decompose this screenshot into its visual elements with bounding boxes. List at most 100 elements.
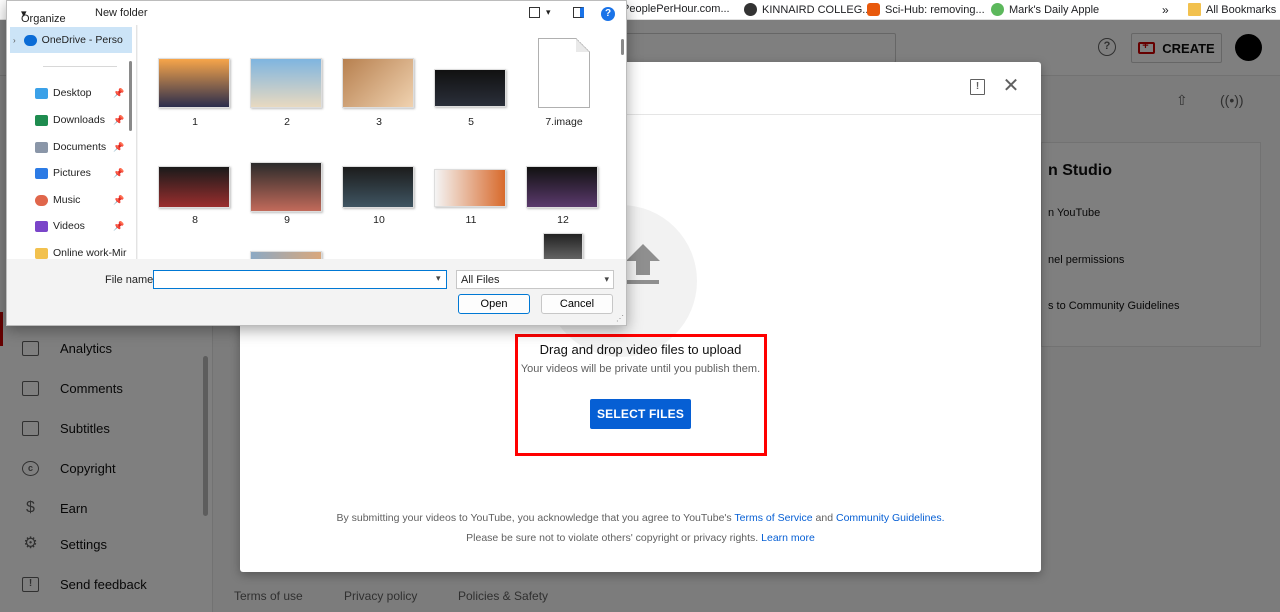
- globe-icon: [744, 3, 757, 16]
- file-thumbnail[interactable]: [250, 251, 322, 259]
- community-guidelines-link[interactable]: Community Guidelines: [836, 512, 942, 524]
- chevron-down-icon[interactable]: ▾: [436, 273, 441, 284]
- organize-menu[interactable]: Organize ▾: [21, 7, 66, 25]
- close-icon[interactable]: ✕: [1000, 76, 1022, 98]
- file-open-dialog: Organize ▾ New folder ▾ ? › OneDrive - P…: [6, 0, 627, 326]
- file-list: 1 2 3 5 7.image 8 9 10 11 12: [138, 25, 626, 259]
- file-thumbnail[interactable]: [526, 166, 598, 208]
- bookmark-item[interactable]: Mark's Daily Apple: [991, 3, 1099, 16]
- bookmark-item[interactable]: KINNAIRD COLLEG...: [744, 3, 871, 16]
- all-bookmarks-label: All Bookmarks: [1206, 3, 1277, 16]
- nav-item-music[interactable]: Music: [35, 189, 155, 211]
- nav-item-label: Downloads: [53, 114, 105, 126]
- file-thumbnail[interactable]: [434, 169, 506, 207]
- file-label: 11: [465, 214, 477, 226]
- file-document-icon[interactable]: [538, 38, 590, 108]
- bookmarks-overflow[interactable]: »: [1162, 3, 1169, 17]
- nav-item-label: Documents: [53, 141, 107, 153]
- nav-item-label: Desktop: [53, 87, 92, 99]
- file-label: 12: [557, 214, 569, 226]
- file-label: 5: [468, 116, 474, 128]
- nav-item-documents[interactable]: Documents: [35, 136, 155, 158]
- feedback-icon[interactable]: !: [970, 79, 985, 95]
- learn-more-link[interactable]: Learn more: [761, 532, 815, 544]
- nav-item-label: Online work-Mir: [53, 247, 127, 259]
- file-thumbnail[interactable]: [158, 166, 230, 208]
- bookmark-label: Sci-Hub: removing...: [885, 3, 985, 16]
- file-type-value: All Files: [461, 274, 500, 286]
- download-icon: [35, 114, 48, 126]
- legal-text: and: [815, 512, 834, 524]
- file-thumbnail[interactable]: [158, 58, 230, 108]
- legal-text: Please be sure not to violate others' co…: [466, 532, 759, 544]
- all-bookmarks[interactable]: All Bookmarks: [1188, 3, 1276, 16]
- file-name-label: File name:: [105, 274, 157, 286]
- apple-icon: [991, 3, 1004, 16]
- file-label: 9: [284, 214, 290, 226]
- cancel-button[interactable]: Cancel: [541, 294, 613, 314]
- file-label: 2: [284, 116, 290, 128]
- documents-icon: [35, 141, 48, 153]
- nav-separator: [43, 66, 117, 67]
- folder-icon: [1188, 3, 1201, 16]
- file-label: 7.image: [545, 116, 583, 128]
- organize-label: Organize: [21, 13, 66, 25]
- nav-item-onedrive[interactable]: › OneDrive - Perso: [13, 29, 133, 51]
- legal-text: By submitting your videos to YouTube, yo…: [336, 512, 732, 524]
- pin-icon: 📌: [113, 142, 125, 152]
- pin-icon: 📌: [113, 168, 125, 178]
- dialog-footer: File name: ▾ All Files ▾ Open Cancel ⋰: [7, 259, 626, 325]
- navigation-pane: › OneDrive - Perso Desktop 📌 Downloads 📌…: [7, 25, 137, 259]
- file-thumbnail[interactable]: [250, 162, 322, 212]
- view-dropdown-icon[interactable]: ▾: [546, 7, 551, 18]
- file-thumbnail[interactable]: [342, 58, 414, 108]
- bookmark-label: KINNAIRD COLLEG...: [762, 3, 872, 16]
- file-list-scrollbar[interactable]: [621, 39, 624, 55]
- pin-icon: 📌: [113, 88, 125, 98]
- file-label: 10: [373, 214, 385, 226]
- videos-icon: [35, 220, 48, 232]
- file-thumbnail[interactable]: [250, 58, 322, 108]
- terms-of-service-link[interactable]: Terms of Service: [734, 512, 812, 524]
- desktop-icon: [35, 87, 48, 99]
- bookmark-label: Mark's Daily Apple: [1009, 3, 1100, 16]
- cloud-icon: [23, 34, 37, 46]
- open-button[interactable]: Open: [458, 294, 530, 314]
- file-label: 8: [192, 214, 198, 226]
- help-icon[interactable]: ?: [601, 7, 615, 21]
- pin-icon: 📌: [113, 195, 125, 205]
- nav-item-pictures[interactable]: Pictures: [35, 162, 155, 184]
- nav-item-label: Music: [53, 194, 81, 206]
- pictures-icon: [35, 167, 48, 179]
- new-folder-button[interactable]: New folder: [95, 7, 148, 19]
- dialog-toolbar: Organize ▾ New folder ▾ ?: [7, 1, 626, 25]
- legal-period: .: [941, 512, 945, 524]
- pin-icon: 📌: [113, 221, 125, 231]
- pin-icon: 📌: [113, 115, 125, 125]
- resize-grip[interactable]: ⋰: [616, 314, 624, 323]
- nav-item-videos[interactable]: Videos: [35, 215, 155, 237]
- chevron-down-icon: ▾: [604, 274, 609, 284]
- highlight-box: [515, 334, 767, 456]
- music-icon: [35, 194, 48, 206]
- nav-item-desktop[interactable]: Desktop: [35, 82, 155, 104]
- file-name-input[interactable]: [153, 270, 447, 289]
- bookmark-item[interactable]: Sci-Hub: removing...: [867, 3, 985, 16]
- file-thumbnail[interactable]: [543, 233, 583, 259]
- preview-pane-icon[interactable]: [573, 7, 584, 18]
- bookmark-item[interactable]: PeoplePerHour.com...: [622, 3, 730, 15]
- nav-item-label: Pictures: [53, 167, 91, 179]
- file-label: 1: [192, 116, 198, 128]
- scihub-icon: [867, 3, 880, 16]
- nav-item-downloads[interactable]: Downloads: [35, 109, 155, 131]
- file-thumbnail[interactable]: [434, 69, 506, 107]
- copyright-notice: Please be sure not to violate others' co…: [240, 532, 1041, 544]
- folder-icon: [35, 247, 48, 259]
- legal-notice: By submitting your videos to YouTube, yo…: [240, 512, 1041, 524]
- file-thumbnail[interactable]: [342, 166, 414, 208]
- file-label: 3: [376, 116, 382, 128]
- view-icon[interactable]: [529, 7, 540, 18]
- file-type-select[interactable]: All Files ▾: [456, 270, 614, 289]
- nav-item-label: Videos: [53, 220, 85, 232]
- chevron-right-icon: ›: [13, 35, 16, 45]
